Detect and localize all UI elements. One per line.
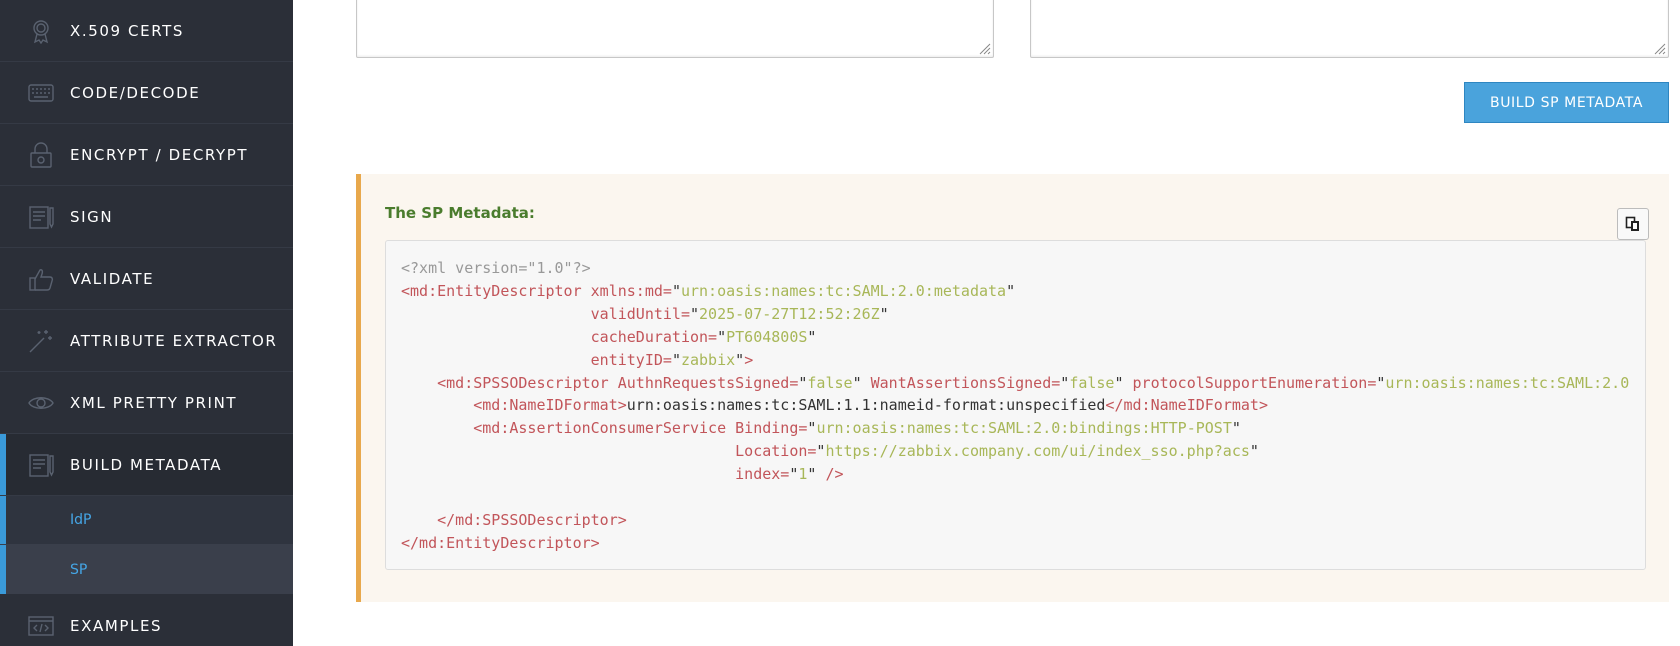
- xml-attr: index=: [735, 465, 790, 484]
- xml-attr: Binding=: [735, 419, 808, 438]
- xml-declaration: <?xml version="1.0"?>: [401, 259, 591, 277]
- xml-attr: entityID=: [590, 350, 672, 369]
- magic-wand-icon: [28, 328, 54, 354]
- xml-tag: </md:NameIDFormat>: [1105, 396, 1268, 415]
- sidebar-item-label: ATTRIBUTE EXTRACTOR: [70, 331, 278, 350]
- xml-value: urn:oasis:names:tc:SAML:2.0:metadata: [680, 281, 1007, 300]
- sidebar-item-label: EXAMPLES: [70, 617, 163, 635]
- sidebar-item-validate[interactable]: VALIDATE: [0, 248, 293, 310]
- sidebar: X.509 CERTS CODE/DECODE ENCRYPT / DECRYP…: [0, 0, 293, 646]
- sidebar-subitem-label: IdP: [70, 512, 92, 528]
- sp-metadata-result-panel: The SP Metadata: <?xml version="1.0"?> <…: [356, 174, 1669, 602]
- lock-icon: [28, 141, 54, 168]
- xml-tag: </md:EntityDescriptor>: [401, 533, 600, 552]
- result-title: The SP Metadata:: [385, 204, 535, 222]
- xml-tag: <md:NameIDFormat>: [473, 396, 627, 415]
- xml-attr: protocolSupportEnumeration=: [1132, 373, 1377, 392]
- build-sp-metadata-button[interactable]: BUILD SP METADATA: [1464, 82, 1669, 123]
- certificate-icon: [28, 18, 54, 44]
- xml-value: zabbix: [680, 350, 736, 369]
- xml-attr: Location=: [735, 442, 817, 461]
- xml-value: urn:oasis:names:tc:SAML:2.0: [1385, 373, 1630, 392]
- sidebar-subitem-label: SP: [70, 561, 88, 578]
- sidebar-item-code-decode[interactable]: CODE/DECODE: [0, 62, 293, 124]
- sidebar-subitem-idp[interactable]: IdP: [0, 496, 293, 545]
- xml-text: urn:oasis:names:tc:SAML:1.1:nameid-forma…: [626, 396, 1106, 415]
- resize-grip-icon[interactable]: [1652, 41, 1666, 55]
- sidebar-item-label: ENCRYPT / DECRYPT: [70, 145, 249, 164]
- xml-tag: </md:SPSSODescriptor>: [437, 510, 627, 529]
- xml-attr: validUntil=: [590, 304, 690, 323]
- sidebar-item-label: XML PRETTY PRINT: [70, 393, 238, 412]
- sidebar-item-label: SIGN: [70, 207, 114, 226]
- metadata-code-block: <?xml version="1.0"?> <md:EntityDescript…: [385, 240, 1646, 570]
- sidebar-item-label: X.509 CERTS: [70, 21, 185, 40]
- copy-icon: [1625, 216, 1639, 231]
- sidebar-item-xml-pretty-print[interactable]: XML PRETTY PRINT: [0, 372, 293, 434]
- sign-document-icon: [28, 204, 54, 230]
- resize-grip-icon[interactable]: [977, 41, 991, 55]
- xml-tag: <md:AssertionConsumerService: [473, 419, 727, 438]
- copy-button[interactable]: [1617, 208, 1649, 240]
- xml-attr: cacheDuration=: [590, 327, 718, 346]
- sidebar-item-examples[interactable]: EXAMPLES: [0, 595, 293, 646]
- sidebar-item-x509-certs[interactable]: X.509 CERTS: [0, 0, 293, 62]
- xml-tag: <md:EntityDescriptor: [401, 281, 582, 300]
- sp-input-textarea-right[interactable]: [1030, 0, 1669, 58]
- xml-attr: xmlns:md=: [590, 281, 672, 300]
- sidebar-item-encrypt-decrypt[interactable]: ENCRYPT / DECRYPT: [0, 124, 293, 186]
- sidebar-item-label: BUILD METADATA: [70, 455, 223, 474]
- xml-tag: <md:SPSSODescriptor: [437, 373, 609, 392]
- xml-attr: WantAssertionsSigned=: [870, 373, 1061, 392]
- xml-tag: />: [816, 465, 844, 484]
- eye-icon: [28, 390, 54, 416]
- xml-value: false: [1069, 373, 1115, 392]
- keyboard-icon: [28, 80, 54, 106]
- sidebar-item-attribute-extractor[interactable]: ATTRIBUTE EXTRACTOR: [0, 310, 293, 372]
- sidebar-subitem-sp[interactable]: SP: [0, 545, 293, 594]
- sidebar-item-build-metadata[interactable]: BUILD METADATA: [0, 434, 293, 496]
- build-document-icon: [28, 452, 54, 478]
- sidebar-item-sign[interactable]: SIGN: [0, 186, 293, 248]
- xml-value: PT604800S: [726, 327, 808, 346]
- thumbs-up-icon: [28, 266, 54, 292]
- code-icon: [28, 613, 54, 639]
- xml-attr: AuthnRequestsSigned=: [617, 373, 799, 392]
- xml-value: https://zabbix.company.com/ui/index_sso.…: [825, 442, 1250, 461]
- sp-input-textarea-left[interactable]: [356, 0, 994, 58]
- sidebar-item-label: VALIDATE: [70, 269, 155, 288]
- sidebar-item-label: CODE/DECODE: [70, 83, 201, 102]
- xml-value: urn:oasis:names:tc:SAML:2.0:bindings:HTT…: [816, 419, 1232, 438]
- metadata-xml: <?xml version="1.0"?> <md:EntityDescript…: [401, 259, 1630, 552]
- xml-value: false: [807, 373, 853, 392]
- xml-value: 2025-07-27T12:52:26Z: [699, 304, 880, 323]
